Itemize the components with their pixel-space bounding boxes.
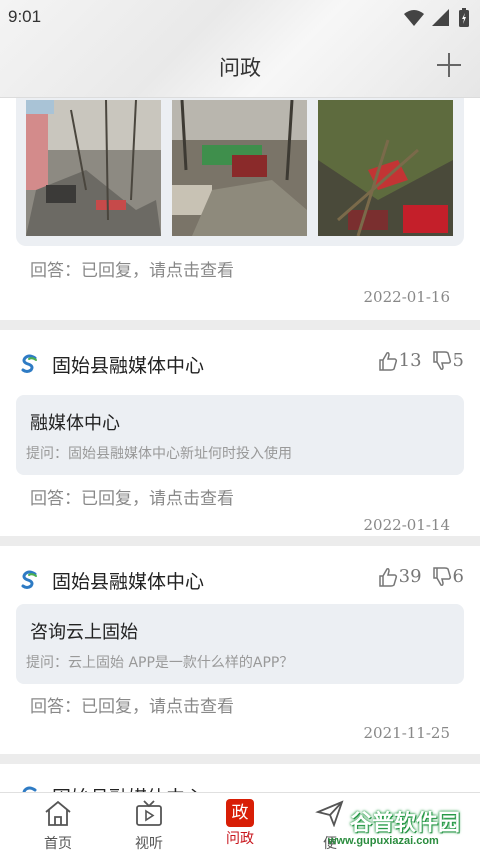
vote-group: 13 5 — [378, 350, 464, 371]
question-text: 提问：固始县融媒体中心新址何时投入使用 — [26, 446, 292, 462]
app-header: 9:01 问政 — [0, 0, 480, 98]
watermark-text: 谷普软件园 — [350, 811, 461, 836]
dislike-count: 5 — [452, 350, 464, 371]
author-name: 固始县融媒体中心 — [52, 571, 205, 593]
question-card[interactable]: 回答：已回复，请点击查看 2022-01-16 — [0, 98, 480, 320]
nav-item-wenzheng[interactable]: 政 问政 — [210, 799, 270, 848]
author-row: 固始县融媒体中心 13 5 — [20, 350, 464, 378]
bottom-nav: 首页 视听 政 问政 便 谷普软件园 www.gupuxiazai.com — [0, 792, 480, 855]
photo-gallery — [16, 98, 464, 246]
question-title: 融媒体中心 — [30, 413, 120, 434]
post-date: 2022-01-14 — [363, 516, 450, 534]
answer-status[interactable]: 回答：已回复，请点击查看 — [30, 484, 234, 509]
tv-icon — [136, 800, 162, 826]
status-time: 9:01 — [8, 7, 42, 26]
like-count: 13 — [398, 350, 422, 371]
zheng-icon: 政 — [226, 799, 254, 827]
answer-status[interactable]: 回答：已回复，请点击查看 — [30, 256, 234, 281]
photo-thumbnail[interactable] — [318, 100, 453, 236]
thumbs-down-icon — [432, 566, 451, 586]
status-bar: 9:01 — [0, 0, 480, 36]
question-list[interactable]: 回答：已回复，请点击查看 2022-01-16 固始县融媒体中心 13 5 融媒… — [0, 98, 480, 792]
status-icons — [404, 8, 470, 28]
like-button[interactable]: 39 — [378, 566, 422, 587]
signal-icon — [432, 9, 449, 26]
watermark-url: www.gupuxiazai.com — [328, 835, 439, 847]
page-title: 问政 — [219, 56, 261, 80]
battery-icon — [459, 8, 469, 27]
author-name: 固始县融媒体中心 — [52, 783, 204, 792]
like-button[interactable]: 13 — [378, 350, 422, 371]
photo-thumbnail[interactable] — [172, 100, 307, 236]
vote-group: 39 6 — [378, 566, 464, 587]
dislike-button[interactable]: 5 — [432, 350, 464, 371]
nav-item-video[interactable]: 视听 — [119, 799, 179, 853]
nav-label: 首页 — [44, 836, 72, 852]
like-count: 39 — [398, 566, 422, 587]
wifi-icon — [404, 10, 424, 26]
nav-label: 视听 — [135, 836, 163, 852]
author-name: 固始县融媒体中心 — [52, 355, 205, 377]
nav-item-home[interactable]: 首页 — [28, 799, 88, 853]
post-date: 2021-11-25 — [363, 724, 450, 742]
photo-thumbnail[interactable] — [26, 100, 161, 236]
author-row: 固始县融媒体中心 39 6 — [20, 566, 464, 594]
home-icon — [45, 800, 71, 826]
question-text: 提问：云上固始 APP是一款什么样的APP？ — [26, 655, 294, 671]
dislike-count: 6 — [452, 566, 464, 587]
author-row: 固始县融媒体中心 — [20, 782, 464, 792]
question-box[interactable]: 咨询云上固始 提问：云上固始 APP是一款什么样的APP？ — [16, 604, 464, 684]
question-card[interactable]: 固始县融媒体中心 13 5 融媒体中心 提问：固始县融媒体中心新址何时投入使用 … — [0, 330, 480, 536]
media-center-logo-icon — [21, 354, 37, 373]
media-center-logo-icon — [21, 570, 37, 589]
thumbs-up-icon — [378, 567, 397, 587]
answer-status[interactable]: 回答：已回复，请点击查看 — [30, 692, 234, 717]
dislike-button[interactable]: 6 — [432, 566, 464, 587]
question-title: 咨询云上固始 — [30, 622, 138, 643]
thumbs-down-icon — [432, 350, 451, 370]
watermark-logo: 谷普软件园 www.gupuxiazai.com — [328, 805, 476, 851]
question-box[interactable]: 融媒体中心 提问：固始县融媒体中心新址何时投入使用 — [16, 395, 464, 475]
add-question-button[interactable] — [434, 50, 464, 80]
question-card[interactable]: 固始县融媒体中心 39 6 咨询云上固始 提问：云上固始 APP是一款什么样的A… — [0, 546, 480, 754]
nav-label: 问政 — [226, 831, 254, 847]
thumbs-up-icon — [378, 351, 397, 371]
post-date: 2022-01-16 — [363, 288, 450, 306]
question-card[interactable]: 固始县融媒体中心 — [0, 764, 480, 792]
